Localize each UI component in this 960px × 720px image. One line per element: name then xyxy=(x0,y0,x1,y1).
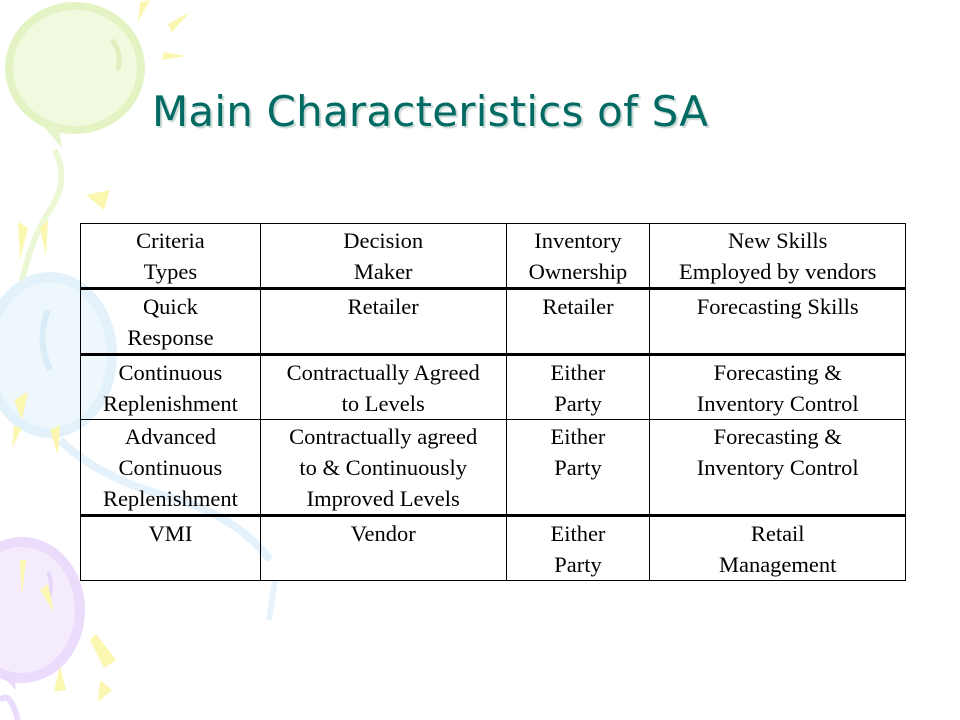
cell-inventory-ownership: Either Party xyxy=(505,419,651,517)
cell-inventory-ownership: Either Party xyxy=(505,515,651,581)
table-row: Advanced Continuous Replenishment Contra… xyxy=(80,419,906,517)
sa-characteristics-table: Criteria Types Decision Maker Inventory … xyxy=(80,223,906,581)
table-row: VMI Vendor Either Party Retail Managemen… xyxy=(80,515,906,581)
cell-new-skills: Forecasting & Inventory Control xyxy=(649,419,906,517)
cell-criteria: Advanced Continuous Replenishment xyxy=(80,419,261,517)
cell-criteria: Quick Response xyxy=(80,288,261,356)
balloon-icon xyxy=(0,537,85,720)
cell-criteria: Continuous Replenishment xyxy=(80,354,261,420)
page-title: Main Characteristics of SA xyxy=(152,87,709,136)
cell-new-skills: Retail Management xyxy=(649,515,906,581)
cell-new-skills: Forecasting & Inventory Control xyxy=(649,354,906,420)
header-decision-maker: Decision Maker xyxy=(259,223,507,290)
cell-decision-maker: Contractually Agreed to Levels xyxy=(259,354,507,420)
cell-inventory-ownership: Either Party xyxy=(505,354,651,420)
header-criteria-types: Criteria Types xyxy=(80,223,261,290)
cell-new-skills: Forecasting Skills xyxy=(649,288,906,356)
table-row: Quick Response Retailer Retailer Forecas… xyxy=(80,288,906,356)
table-header-row: Criteria Types Decision Maker Inventory … xyxy=(80,223,906,290)
cell-decision-maker: Retailer xyxy=(259,288,507,356)
cell-decision-maker: Contractually agreed to & Continuously I… xyxy=(259,419,507,517)
cell-decision-maker: Vendor xyxy=(259,515,507,581)
header-inventory-ownership: Inventory Ownership xyxy=(505,223,651,290)
header-new-skills: New Skills Employed by vendors xyxy=(649,223,906,290)
cell-inventory-ownership: Retailer xyxy=(505,288,651,356)
cell-criteria: VMI xyxy=(80,515,261,581)
table-row: Continuous Replenishment Contractually A… xyxy=(80,354,906,420)
